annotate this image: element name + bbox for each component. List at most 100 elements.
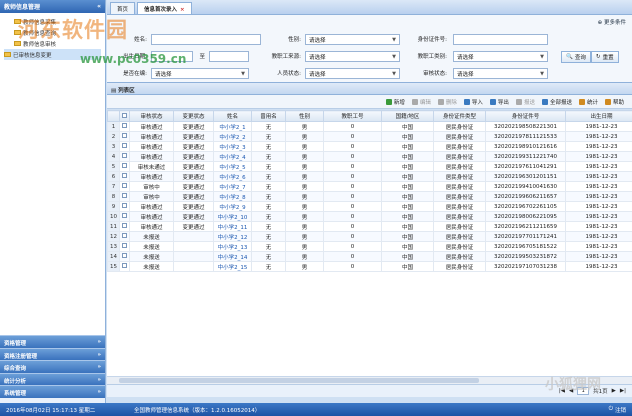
staff-source-select[interactable]: 请选择 ▼ [305, 51, 400, 62]
row-checkbox[interactable] [122, 143, 127, 148]
table-row[interactable]: 3 审核通过 变更通过 中小学2_3 无男 0 中国 居民身份证 320202198910121… [107, 141, 632, 152]
gender-select[interactable]: 请选择 ▼ [305, 34, 400, 45]
toolbar-icon [437, 98, 444, 105]
table-row[interactable]: 5 审核未通过 变更通过 中小学2_5 无男 0 中国 居民身份证 32020219761104… [107, 161, 632, 172]
scrollbar-thumb[interactable] [119, 378, 479, 383]
toolbar-button[interactable]: 全部报送 [541, 98, 572, 106]
table-row[interactable]: 14 未报送 中小学2_14 无男 0 中国 居民身份证 320202199503231872… [107, 251, 632, 262]
table-row[interactable]: 10 审核通过 变更通过 中小学2_10 无男 0 中国 居民身份证 3202021980062… [107, 211, 632, 222]
table-row[interactable]: 9 审核通过 变更通过 中小学2_9 无男 0 中国 居民身份证 320202196702261… [107, 201, 632, 212]
table-cell: 1981-12-23 [565, 221, 632, 232]
row-checkbox[interactable] [122, 193, 127, 198]
table-cell: 中国 [381, 201, 434, 212]
toolbar-button[interactable]: 统计 [578, 98, 598, 106]
table-row[interactable]: 12 未报送 中小学2_12 无男 0 中国 居民身份证 320202197701171241… [107, 231, 632, 242]
person-status-select[interactable]: 请选择 ▼ [305, 68, 400, 79]
select-all-checkbox[interactable] [122, 112, 127, 118]
row-checkbox-cell[interactable] [119, 231, 130, 242]
table-cell: 中小学2_14 [213, 251, 252, 262]
on-staff-select[interactable]: 请选择 ▼ [151, 68, 249, 79]
toolbar-button[interactable]: 新增 [385, 98, 405, 106]
reset-button[interactable]: ↻ 重置 [591, 51, 619, 63]
toolbar-button[interactable]: 导入 [463, 98, 483, 106]
row-checkbox[interactable] [122, 233, 127, 238]
row-checkbox[interactable] [122, 123, 127, 128]
tab-home[interactable]: 首页 [110, 2, 136, 14]
query-button[interactable]: 🔍 查询 [561, 51, 591, 63]
row-checkbox-cell[interactable] [119, 181, 130, 192]
table-body: 1 审核通过 变更通过 中小学2_1 无男 0 中国 居民身份证 320202198508221… [107, 121, 632, 272]
toolbar-button[interactable]: 导出 [489, 98, 509, 106]
row-checkbox[interactable] [122, 213, 127, 218]
row-checkbox-cell[interactable] [119, 211, 130, 222]
table-row[interactable]: 7 审核中 变更通过 中小学2_7 无男 0 中国 居民身份证 3202021994100416… [107, 181, 632, 192]
table-row[interactable]: 8 审核中 变更通过 中小学2_8 无男 0 中国 居民身份证 3202021996062116… [107, 191, 632, 202]
name-input[interactable] [151, 34, 261, 45]
toolbar-button[interactable]: 帮助 [604, 98, 624, 106]
table-row[interactable]: 13 未报送 中小学2_13 无男 0 中国 居民身份证 320202196705181522… [107, 241, 632, 252]
sidebar-module[interactable]: 资格管理 » [0, 335, 105, 348]
tab-first-entry[interactable]: 信息首次录入 × [137, 2, 192, 14]
last-page-icon[interactable]: ▶| [620, 388, 626, 394]
row-checkbox-cell[interactable] [119, 241, 130, 252]
table-cell: 中小学2_8 [213, 191, 252, 202]
row-checkbox[interactable] [122, 243, 127, 248]
id-number-input[interactable] [453, 34, 548, 45]
birthdate-to-input[interactable] [209, 51, 249, 62]
review-status-select[interactable]: 请选择 ▼ [453, 68, 548, 79]
table-row[interactable]: 11 审核通过 变更通过 中小学2_11 无男 0 中国 居民身份证 3202021962112… [107, 221, 632, 232]
sidebar-module[interactable]: 综合查询 » [0, 360, 105, 373]
row-checkbox[interactable] [122, 153, 127, 158]
gender-select-value: 请选择 [309, 37, 326, 44]
staff-source-label: 教职工来源: [271, 54, 301, 60]
table-cell: 中国 [381, 191, 434, 202]
row-checkbox[interactable] [122, 223, 127, 228]
table-cell: 男 [285, 241, 324, 252]
sidebar-module[interactable]: 统计分析 » [0, 372, 105, 385]
row-checkbox-cell[interactable] [119, 201, 130, 212]
row-checkbox-cell[interactable] [119, 161, 130, 172]
row-checkbox-cell[interactable] [119, 151, 130, 162]
row-checkbox-cell[interactable] [119, 121, 130, 132]
table-cell: 中小学2_6 [213, 171, 252, 182]
row-checkbox[interactable] [122, 263, 127, 268]
row-checkbox[interactable] [122, 173, 127, 178]
row-checkbox-cell[interactable] [119, 221, 130, 232]
table-row[interactable]: 4 审核通过 变更通过 中小学2_4 无男 0 中国 居民身份证 320202199311221… [107, 151, 632, 162]
row-checkbox[interactable] [122, 133, 127, 138]
table-cell: 无 [251, 121, 286, 132]
table-row[interactable]: 15 未报送 中小学2_15 无男 0 中国 居民身份证 320202197107031238… [107, 261, 632, 272]
toolbar-button-label: 全部报送 [549, 99, 572, 106]
column-header[interactable] [119, 110, 130, 122]
row-checkbox[interactable] [122, 163, 127, 168]
sidebar-module[interactable]: 资格注册管理 » [0, 347, 105, 360]
table-cell: 中小学2_5 [213, 161, 252, 172]
row-checkbox-cell[interactable] [119, 141, 130, 152]
double-chevron-down-icon: » [97, 339, 101, 345]
table-cell: 变更通过 [173, 171, 214, 182]
row-checkbox[interactable] [122, 203, 127, 208]
sidebar-module[interactable]: 系统管理 » [0, 385, 105, 398]
sidebar-module-label: 统计分析 [4, 378, 27, 385]
collapse-icon[interactable]: « [97, 3, 101, 10]
close-icon[interactable]: × [180, 7, 185, 13]
row-checkbox[interactable] [122, 183, 127, 188]
next-page-icon[interactable]: ▶ [612, 388, 616, 394]
table-row[interactable]: 6 审核通过 变更通过 中小学2_6 无男 0 中国 居民身份证 320202196301201… [107, 171, 632, 182]
row-checkbox-cell[interactable] [119, 131, 130, 142]
staff-category-select[interactable]: 请选择 ▼ [453, 51, 548, 62]
row-checkbox-cell[interactable] [119, 251, 130, 262]
row-number: 10 [107, 211, 120, 222]
table-cell: 1981-12-23 [565, 181, 632, 192]
row-checkbox-cell[interactable] [119, 171, 130, 182]
table-row[interactable]: 2 审核通过 变更通过 中小学2_2 无男 0 中国 居民身份证 320202197811121… [107, 131, 632, 142]
row-checkbox[interactable] [122, 253, 127, 258]
person-status-value: 请选择 [309, 71, 326, 78]
logout-button[interactable]: ⏻ 注销 [609, 406, 626, 414]
row-checkbox-cell[interactable] [119, 261, 130, 272]
table-cell: 中小学2_7 [213, 181, 252, 192]
table-row[interactable]: 1 审核通过 变更通过 中小学2_1 无男 0 中国 居民身份证 320202198508221… [107, 121, 632, 132]
row-checkbox-cell[interactable] [119, 191, 130, 202]
sidebar-header[interactable]: 教师信息管理 « [0, 0, 105, 13]
more-conditions-button[interactable]: ⊕ 更多条件 [598, 18, 626, 26]
